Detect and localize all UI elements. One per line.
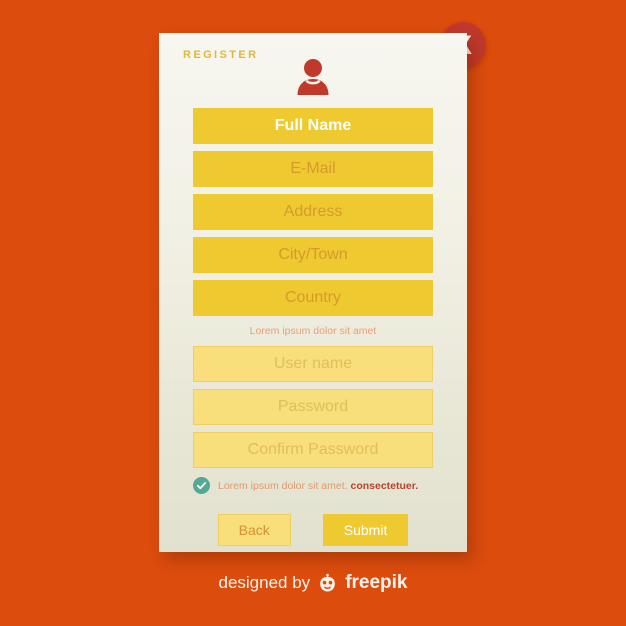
email-input[interactable]: E-Mail [193, 151, 433, 187]
credential-field-group: User name Password Confirm Password [159, 346, 467, 468]
submit-button[interactable]: Submit [322, 514, 409, 546]
address-placeholder: Address [283, 203, 343, 220]
terms-text: Lorem ipsum dolor sit amet. consectetuer… [218, 480, 418, 492]
back-button[interactable]: Back [217, 514, 291, 546]
terms-text-emphasis[interactable]: consectetuer. [350, 480, 418, 492]
full-name-value: Full Name [274, 117, 352, 134]
confirm-password-input[interactable]: Confirm Password [193, 432, 433, 468]
password-placeholder: Password [277, 398, 349, 415]
email-placeholder: E-Mail [290, 160, 336, 177]
city-town-input[interactable]: City/Town [193, 237, 433, 273]
check-icon [196, 482, 207, 490]
freepik-wordmark: freepik [345, 572, 408, 593]
password-input[interactable]: Password [193, 389, 433, 425]
primary-field-group: Full Name E-Mail Address City/Town Count… [159, 108, 467, 316]
terms-text-main: Lorem ipsum dolor sit amet. [218, 479, 348, 492]
register-card: REGISTER Full Name E-Mail Address City/T… [159, 33, 467, 552]
page-title: REGISTER [183, 49, 259, 61]
user-name-input[interactable]: User name [193, 346, 433, 382]
terms-checkbox[interactable] [193, 477, 210, 494]
user-name-placeholder: User name [273, 355, 353, 372]
button-row: Back Submit [159, 514, 467, 546]
address-input[interactable]: Address [193, 194, 433, 230]
country-input[interactable]: Country [193, 280, 433, 316]
footer-credit: designed by freepik [0, 572, 626, 594]
section-note: Lorem ipsum dolor sit amet [249, 325, 377, 337]
footer-credit-text: designed by [218, 573, 311, 592]
user-avatar-icon [297, 59, 329, 95]
card-header: REGISTER [159, 33, 467, 108]
confirm-password-placeholder: Confirm Password [247, 441, 379, 458]
city-town-placeholder: City/Town [278, 246, 348, 263]
terms-row: Lorem ipsum dolor sit amet. consectetuer… [159, 477, 467, 494]
country-placeholder: Country [284, 289, 342, 306]
full-name-input[interactable]: Full Name [193, 108, 433, 144]
freepik-mascot-icon [320, 573, 336, 592]
